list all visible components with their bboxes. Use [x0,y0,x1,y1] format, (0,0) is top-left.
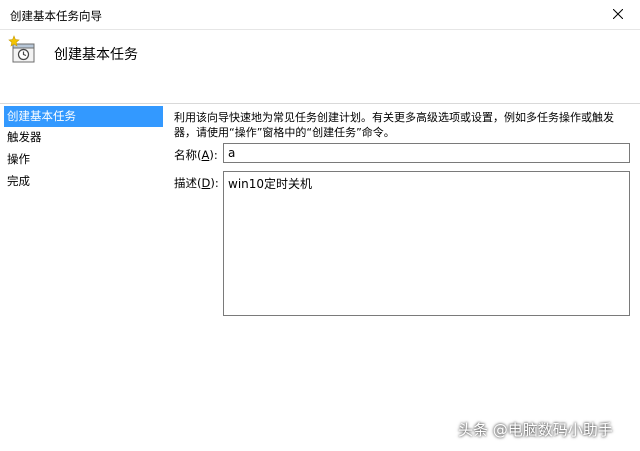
close-button[interactable] [604,2,632,26]
step-label: 完成 [7,174,30,188]
window-title: 创建基本任务向导 [10,9,102,23]
wizard-title: 创建基本任务 [54,47,138,63]
title-bar: 创建基本任务向导 [0,0,640,30]
description-textarea[interactable]: win10定时关机 [223,171,630,316]
step-label: 操作 [7,152,30,166]
main-panel: 利用该向导快速地为常见任务创建计划。有关更多高级选项或设置，例如多任务操作或触发… [168,105,634,451]
wizard-description: 利用该向导快速地为常见任务创建计划。有关更多高级选项或设置，例如多任务操作或触发… [174,111,614,139]
step-trigger[interactable]: 触发器 [4,127,163,148]
step-finish[interactable]: 完成 [4,171,163,192]
step-create-basic-task[interactable]: 创建基本任务 [4,106,163,127]
step-label: 触发器 [7,130,42,144]
name-input[interactable] [223,143,630,163]
scheduled-task-icon [8,35,35,63]
step-action[interactable]: 操作 [4,149,163,170]
name-label: 名称(A): [174,148,218,162]
close-icon [613,9,623,19]
step-label: 创建基本任务 [7,109,76,123]
steps-sidebar: 创建基本任务 触发器 操作 完成 [0,105,163,451]
wizard-body: 创建基本任务 触发器 操作 完成 利用该向导快速地为常见任务创建计划。有关更多高… [0,105,640,451]
watermark: 头条 @电脑数码小助手 [458,421,613,439]
description-label: 描述(D): [174,176,219,190]
wizard-header: 创建基本任务 [0,31,640,104]
